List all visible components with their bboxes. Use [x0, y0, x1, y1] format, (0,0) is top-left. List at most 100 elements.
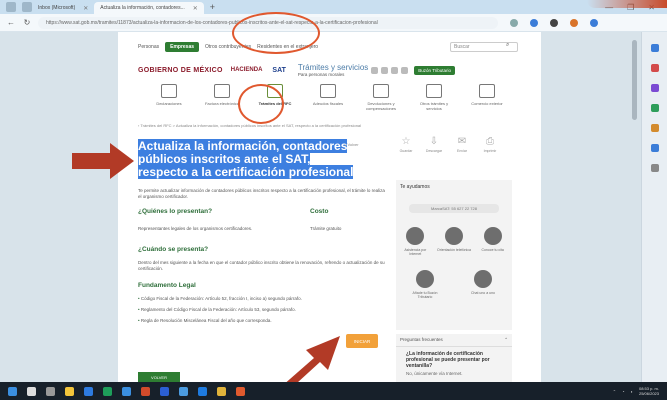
nav-otros[interactable]: Otros contribuyentes [205, 44, 251, 50]
breadcrumb[interactable]: ‹ Trámites del RFC > Actualiza la inform… [138, 123, 361, 128]
add-icon[interactable] [650, 164, 659, 172]
chevron-up-icon[interactable]: ⌃ [613, 389, 616, 394]
cuando-heading: ¿Cuándo se presenta? [138, 246, 209, 253]
action-label: Enviar [457, 149, 467, 153]
help-chat[interactable]: Chat uno a uno [466, 270, 500, 299]
window-menu-icon[interactable] [6, 2, 16, 12]
sat-logo[interactable]: SAT [272, 67, 285, 74]
extension-icon[interactable] [550, 18, 558, 27]
store-icon[interactable] [198, 386, 207, 396]
marcasat-phone[interactable]: MarcaSAT: 55 627 22 728 [409, 204, 499, 213]
nav-personas[interactable]: Personas [138, 44, 159, 50]
clock[interactable]: 08:53 p. m. 25/06/2023 [639, 386, 659, 396]
category-declaraciones[interactable]: Declaraciones [148, 84, 190, 118]
download-icon: ⇩ [429, 136, 439, 147]
back-link[interactable]: < Volver [344, 142, 359, 147]
decorative-ribbon [587, 0, 667, 8]
firefox-icon[interactable] [236, 386, 245, 396]
url-field[interactable]: https://www.sat.gob.mx/tramites/11873/ac… [38, 16, 498, 29]
annotation-arrow-icon [72, 143, 134, 179]
download-button[interactable]: ⇩ Descargar [424, 136, 444, 153]
category-label: Devoluciones y compensaciones [365, 101, 397, 111]
help-label: Añade tu Buzón Tributario [412, 291, 438, 299]
facebook-icon[interactable] [381, 66, 389, 74]
help-panel: Te ayudamos MarcaSAT: 55 627 22 728 Asis… [396, 180, 512, 330]
tab-actions-icon[interactable] [22, 2, 32, 12]
help-cita[interactable]: Conoce tu cita [476, 227, 510, 256]
monitor-icon [426, 84, 442, 98]
faq-question[interactable]: ¿La información de certificación profesi… [396, 347, 512, 369]
faq-header[interactable]: Preguntas frecuentes ⌃ [396, 334, 512, 347]
computer-icon [406, 227, 425, 245]
outlook-icon[interactable] [84, 386, 93, 396]
help-internet[interactable]: Asistencia por Internet [398, 227, 432, 256]
search-icon[interactable]: ⌕ [506, 42, 509, 49]
category-adeudos[interactable]: Adeudos fiscales [307, 84, 349, 118]
word-icon[interactable] [160, 386, 169, 396]
category-otros[interactable]: Otros trámites y servicios [413, 84, 455, 118]
document-icon [161, 84, 177, 98]
mexico-logo[interactable]: GOBIERNO DE MÉXICO [138, 67, 223, 74]
teams-icon[interactable] [179, 386, 188, 396]
help-row: Añade tu Buzón Tributario Chat uno a uno [396, 270, 512, 299]
chrome-icon[interactable] [217, 386, 226, 396]
help-label: Chat uno a uno [471, 291, 495, 295]
print-button[interactable]: ⎙ Imprimir [480, 136, 500, 153]
list-item[interactable]: Código Fiscal de la Federación: Artículo… [138, 296, 302, 301]
category-label: Otros trámites y servicios [419, 101, 449, 111]
header-logos: GOBIERNO DE MÉXICO HACIENDA SAT Trámites… [138, 60, 538, 80]
tab-actualiza[interactable]: Actualiza la información, contadores... … [94, 2, 204, 14]
close-icon[interactable]: ✕ [193, 5, 198, 12]
edge-icon[interactable] [122, 386, 131, 396]
scrollbar[interactable] [632, 40, 637, 120]
nav-residentes[interactable]: Residentes en el extranjero [257, 44, 318, 50]
volume-icon[interactable]: ◖ [631, 389, 633, 394]
save-button[interactable]: ☆ Guardar [396, 136, 416, 153]
tab-label: Inbox (Microsoft) [38, 5, 76, 11]
volver-button[interactable]: VOLVER [138, 372, 180, 382]
search-icon[interactable] [650, 44, 659, 52]
list-item[interactable]: Reglamento del Código Fiscal de la Feder… [138, 307, 302, 312]
nav-empresas[interactable]: Empresas [165, 42, 200, 52]
page-gutter-left [0, 32, 118, 382]
action-label: Imprimir [483, 149, 497, 153]
file-explorer-icon[interactable] [65, 386, 74, 396]
help-title: Te ayudamos [400, 184, 430, 190]
youtube-icon[interactable] [401, 66, 409, 74]
powerpoint-icon[interactable] [141, 386, 150, 396]
category-menu: Declaraciones Factura electrónica Trámit… [138, 84, 518, 118]
category-devoluciones[interactable]: Devoluciones y compensaciones [360, 84, 402, 118]
tramites-subtitle: Para personas morales [297, 72, 345, 77]
help-phone[interactable]: Orientación telefónica [437, 227, 471, 256]
action-label: Guardar [399, 149, 413, 153]
tramites-title: Trámites y servicios [297, 63, 369, 72]
windows-start-icon[interactable] [8, 386, 17, 396]
games-icon[interactable] [650, 104, 659, 112]
category-rfc[interactable]: Trámites del RFC [254, 84, 296, 118]
task-view-icon[interactable] [46, 386, 55, 396]
share-button[interactable]: ✉ Enviar [452, 136, 472, 153]
excel-icon[interactable] [103, 386, 112, 396]
profile-icon[interactable] [590, 18, 598, 27]
home-icon[interactable] [371, 66, 379, 74]
buzon-tributario-button[interactable]: Buzón Tributario [414, 65, 456, 75]
close-icon[interactable]: ✕ [83, 5, 88, 12]
new-tab-button[interactable]: + [210, 2, 215, 12]
extension-icon[interactable] [510, 18, 518, 27]
extension-icon[interactable] [530, 18, 538, 27]
shopping-icon[interactable] [650, 64, 659, 72]
network-icon[interactable]: ◔ [622, 389, 624, 394]
help-buzon[interactable]: Añade tu Buzón Tributario [408, 270, 442, 299]
tab-inbox[interactable]: Inbox (Microsoft) ✕ [32, 2, 94, 14]
extension-icon[interactable] [570, 18, 578, 27]
reload-icon[interactable]: ↻ [22, 18, 32, 27]
office-icon[interactable] [650, 124, 659, 132]
category-factura[interactable]: Factura electrónica [201, 84, 243, 118]
category-comercio[interactable]: Comercio exterior [466, 84, 508, 118]
tools-icon[interactable] [650, 84, 659, 92]
outlook-icon[interactable] [650, 144, 659, 152]
list-item[interactable]: Regla de Resolución Miscelánea Fiscal de… [138, 318, 302, 323]
search-icon[interactable] [27, 386, 36, 396]
back-icon[interactable]: ← [6, 18, 16, 27]
twitter-icon[interactable] [391, 66, 399, 74]
